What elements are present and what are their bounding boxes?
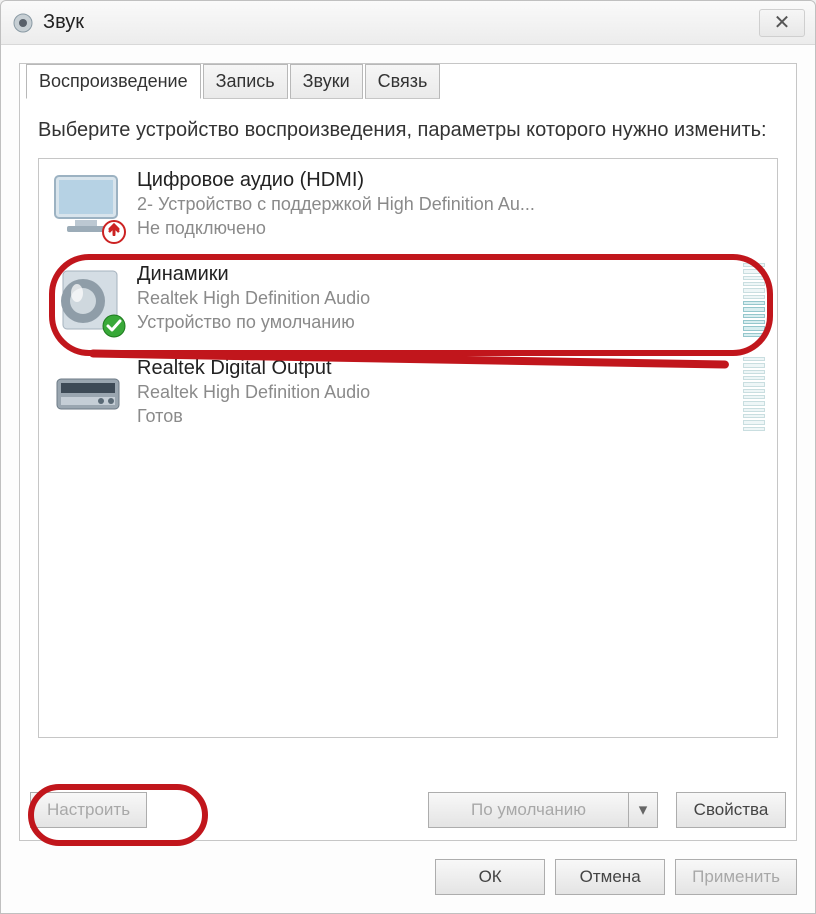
apply-button[interactable]: Применить: [675, 859, 797, 895]
vu-meter: [743, 263, 765, 337]
window-title: Звук: [43, 11, 759, 34]
device-item-hdmi[interactable]: Цифровое аудио (HDMI) 2- Устройство с по…: [39, 159, 777, 253]
device-name: Динамики: [137, 263, 735, 286]
device-status: Готов: [137, 404, 735, 428]
sound-dialog-window: Звук ✕ Воспроизведение Запись Звуки Связ…: [0, 0, 816, 914]
speaker-icon: [51, 263, 125, 337]
cancel-button[interactable]: Отмена: [555, 859, 665, 895]
tab-recording[interactable]: Запись: [203, 64, 288, 99]
properties-button[interactable]: Свойства: [676, 792, 786, 828]
default-check-icon: [101, 313, 127, 339]
configure-button[interactable]: Настроить: [30, 792, 147, 828]
set-default-dropdown[interactable]: ▾: [628, 792, 658, 828]
tab-communications[interactable]: Связь: [365, 64, 441, 99]
monitor-icon: [51, 169, 125, 243]
tab-container: Воспроизведение Запись Звуки Связь Выбер…: [19, 63, 797, 841]
device-controller: Realtek High Definition Audio: [137, 380, 735, 404]
tab-button-row: Настроить По умолчанию ▾ Свойства: [30, 792, 786, 828]
device-list[interactable]: Цифровое аудио (HDMI) 2- Устройство с по…: [38, 158, 778, 738]
device-name: Цифровое аудио (HDMI): [137, 169, 765, 192]
sound-window-icon: [11, 11, 35, 35]
dialog-button-row: ОК Отмена Применить: [435, 859, 797, 895]
digital-output-icon: [51, 357, 125, 431]
tab-sounds[interactable]: Звуки: [290, 64, 363, 99]
titlebar[interactable]: Звук ✕: [1, 1, 815, 45]
device-status: Не подключено: [137, 216, 765, 240]
disconnected-badge-icon: [101, 219, 127, 245]
device-item-speakers[interactable]: Динамики Realtek High Definition Audio У…: [39, 253, 777, 347]
vu-meter: [743, 357, 765, 431]
close-button[interactable]: ✕: [759, 9, 805, 37]
instruction-text: Выберите устройство воспроизведения, пар…: [38, 116, 778, 144]
device-controller: 2- Устройство с поддержкой High Definiti…: [137, 192, 765, 216]
device-name: Realtek Digital Output: [137, 357, 735, 380]
device-status: Устройство по умолчанию: [137, 310, 735, 334]
tab-strip: Воспроизведение Запись Звуки Связь: [20, 63, 796, 98]
set-default-split-button[interactable]: По умолчанию ▾: [428, 792, 658, 828]
device-item-digital-output[interactable]: Realtek Digital Output Realtek High Defi…: [39, 347, 777, 441]
ok-button[interactable]: ОК: [435, 859, 545, 895]
tab-playback[interactable]: Воспроизведение: [26, 64, 201, 99]
set-default-button[interactable]: По умолчанию: [428, 792, 628, 828]
tab-content-playback: Выберите устройство воспроизведения, пар…: [20, 98, 796, 756]
device-controller: Realtek High Definition Audio: [137, 286, 735, 310]
